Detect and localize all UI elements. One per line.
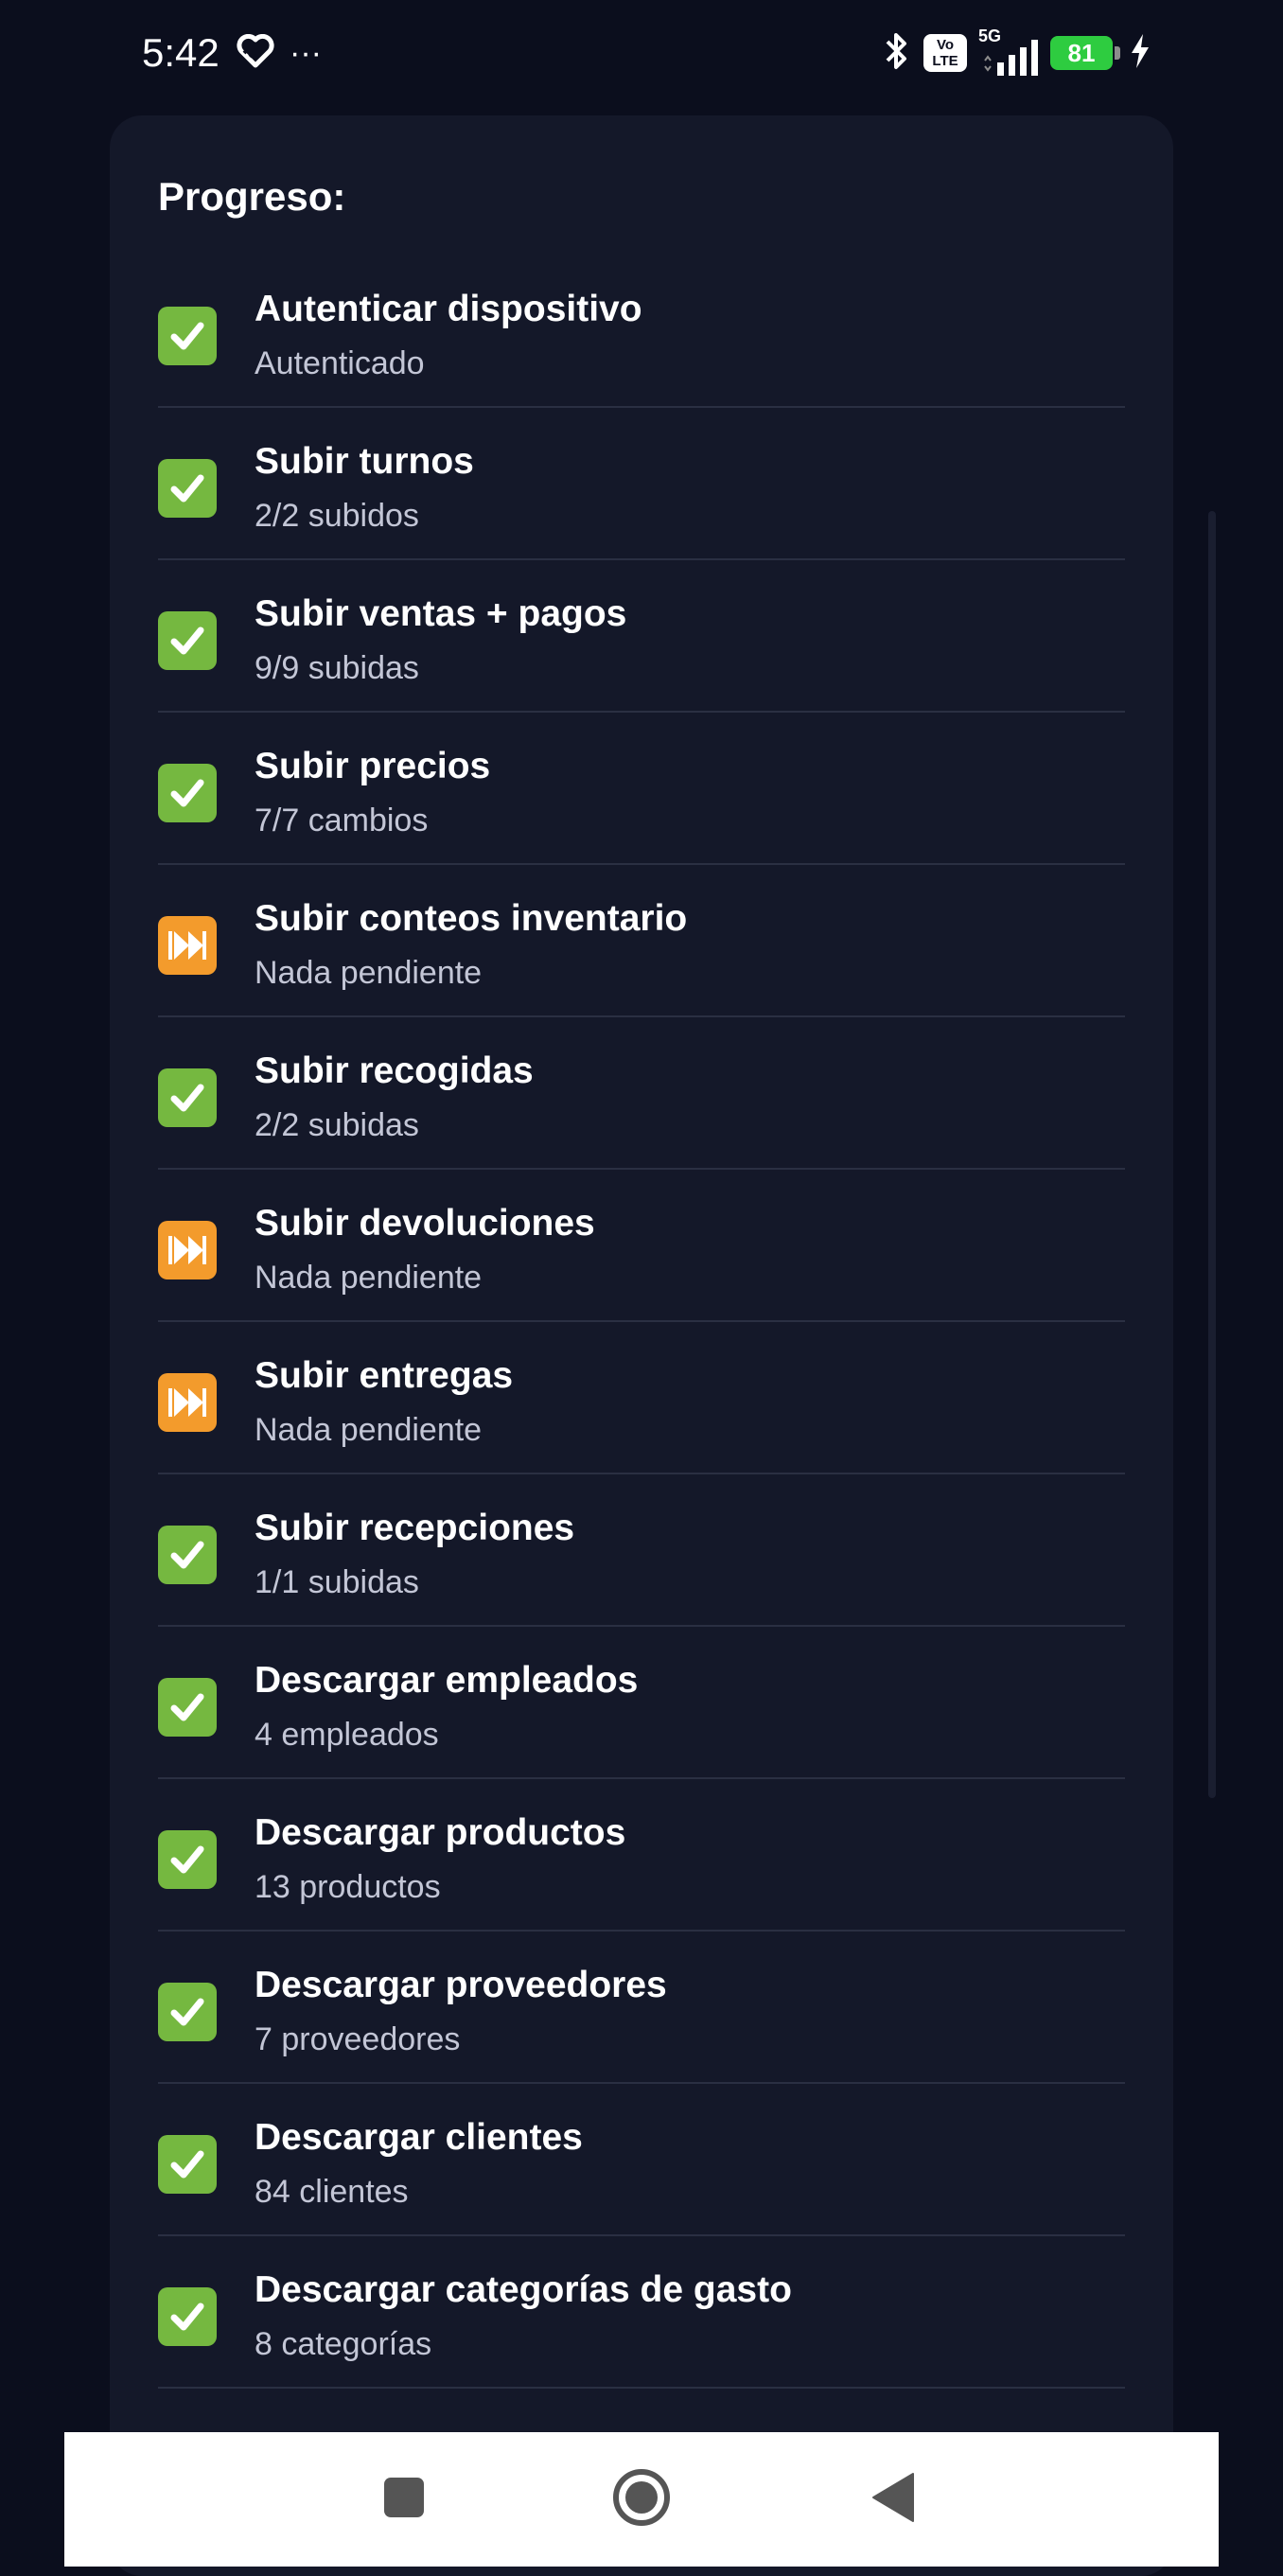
- check-icon: [158, 1983, 217, 2041]
- volte-top: Vo: [936, 37, 955, 53]
- step-subtitle: 2/2 subidas: [255, 1107, 419, 1143]
- step-subtitle: 13 productos: [255, 1869, 441, 1905]
- step-title: Descargar empleados: [255, 1660, 639, 1701]
- recent-apps-icon: [383, 2477, 425, 2523]
- back-icon: [871, 2472, 915, 2528]
- step-row: Subir precios 7/7 cambios: [158, 713, 1125, 865]
- step-row: Descargar empleados 4 empleados: [158, 1627, 1125, 1779]
- step-row: Subir devoluciones Nada pendiente: [158, 1170, 1125, 1322]
- step-subtitle: 8 categorías: [255, 2326, 432, 2362]
- step-title: Autenticar dispositivo: [255, 289, 642, 329]
- step-subtitle: Nada pendiente: [255, 1412, 483, 1448]
- step-row: Subir turnos 2/2 subidos: [158, 408, 1125, 560]
- step-subtitle: 9/9 subidas: [255, 650, 419, 686]
- step-title: Subir recepciones: [255, 1508, 575, 1548]
- fast-forward-icon: [158, 1373, 217, 1432]
- check-icon: [158, 2287, 217, 2346]
- step-row: Descargar productos 13 productos: [158, 1779, 1125, 1932]
- step-subtitle: 84 clientes: [255, 2174, 409, 2210]
- check-icon: [158, 2135, 217, 2194]
- navigation-bar: [64, 2432, 1219, 2567]
- home-icon: [612, 2468, 671, 2532]
- progress-card: Progreso: Autenticar dispositivo Autentic…: [110, 115, 1173, 2576]
- step-title: Subir recogidas: [255, 1050, 534, 1091]
- step-row: Subir recepciones 1/1 subidas: [158, 1474, 1125, 1627]
- step-title: Descargar clientes: [255, 2117, 583, 2158]
- step-title: Subir turnos: [255, 441, 474, 482]
- step-title: Subir conteos inventario: [255, 898, 688, 939]
- more-icon: ···: [290, 35, 322, 71]
- scrollbar[interactable]: [1208, 511, 1216, 1798]
- home-button[interactable]: [585, 2432, 698, 2567]
- volte-badge: Vo LTE: [923, 34, 967, 72]
- status-time: 5:42: [142, 30, 220, 75]
- step-title: Subir precios: [255, 746, 491, 786]
- bluetooth-icon: [880, 30, 912, 77]
- step-subtitle: 1/1 subidas: [255, 1564, 419, 1600]
- step-title: Subir entregas: [255, 1355, 514, 1396]
- volte-bottom: LTE: [932, 53, 958, 69]
- step-subtitle: 4 empleados: [255, 1717, 439, 1753]
- step-subtitle: Nada pendiente: [255, 955, 483, 991]
- check-icon: [158, 764, 217, 822]
- charging-icon: [1130, 33, 1151, 73]
- check-icon: [158, 1830, 217, 1889]
- step-row: Descargar clientes 84 clientes: [158, 2084, 1125, 2236]
- step-subtitle: 7/7 cambios: [255, 803, 429, 838]
- fast-forward-icon: [158, 916, 217, 975]
- step-title: Descargar proveedores: [255, 1965, 667, 2005]
- step-title: Descargar categorías de gasto: [255, 2269, 792, 2310]
- fast-forward-icon: [158, 1221, 217, 1279]
- step-row: Subir ventas + pagos 9/9 subidas: [158, 560, 1125, 713]
- step-subtitle: Autenticado: [255, 345, 425, 381]
- signal-group: 5G: [978, 26, 1039, 76]
- check-icon: [158, 459, 217, 518]
- step-subtitle: 2/2 subidos: [255, 498, 419, 534]
- signal-icon: [982, 40, 1039, 80]
- step-row: Autenticar dispositivo Autenticado: [158, 256, 1125, 408]
- step-subtitle: Nada pendiente: [255, 1260, 483, 1296]
- step-title: Descargar productos: [255, 1812, 626, 1853]
- step-title: Subir devoluciones: [255, 1203, 595, 1244]
- step-row: Subir entregas Nada pendiente: [158, 1322, 1125, 1474]
- check-icon: [158, 307, 217, 365]
- recent-apps-button[interactable]: [347, 2432, 461, 2567]
- step-title: Subir ventas + pagos: [255, 593, 627, 634]
- check-icon: [158, 1678, 217, 1737]
- check-icon: [158, 611, 217, 670]
- progress-list: Autenticar dispositivo Autenticado Subir t…: [158, 256, 1125, 2389]
- status-left-icons: ···: [237, 32, 322, 74]
- progress-title: Progreso:: [158, 174, 346, 219]
- check-icon: [158, 1068, 217, 1127]
- check-icon: [158, 1526, 217, 1584]
- step-row: Descargar categorías de gasto 8 categoría…: [158, 2236, 1125, 2389]
- back-button[interactable]: [836, 2432, 950, 2567]
- status-bar: 5:42 ··· Vo LTE 5G 81: [0, 0, 1283, 104]
- heart-pulse-icon: [237, 33, 274, 73]
- status-right-icons: Vo LTE 5G 81: [880, 26, 1151, 79]
- step-subtitle: 7 proveedores: [255, 2021, 461, 2057]
- step-row: Subir conteos inventario Nada pendiente: [158, 865, 1125, 1017]
- step-row: Descargar proveedores 7 proveedores: [158, 1932, 1125, 2084]
- battery-level: 81: [1050, 36, 1120, 70]
- step-row: Subir recogidas 2/2 subidas: [158, 1017, 1125, 1170]
